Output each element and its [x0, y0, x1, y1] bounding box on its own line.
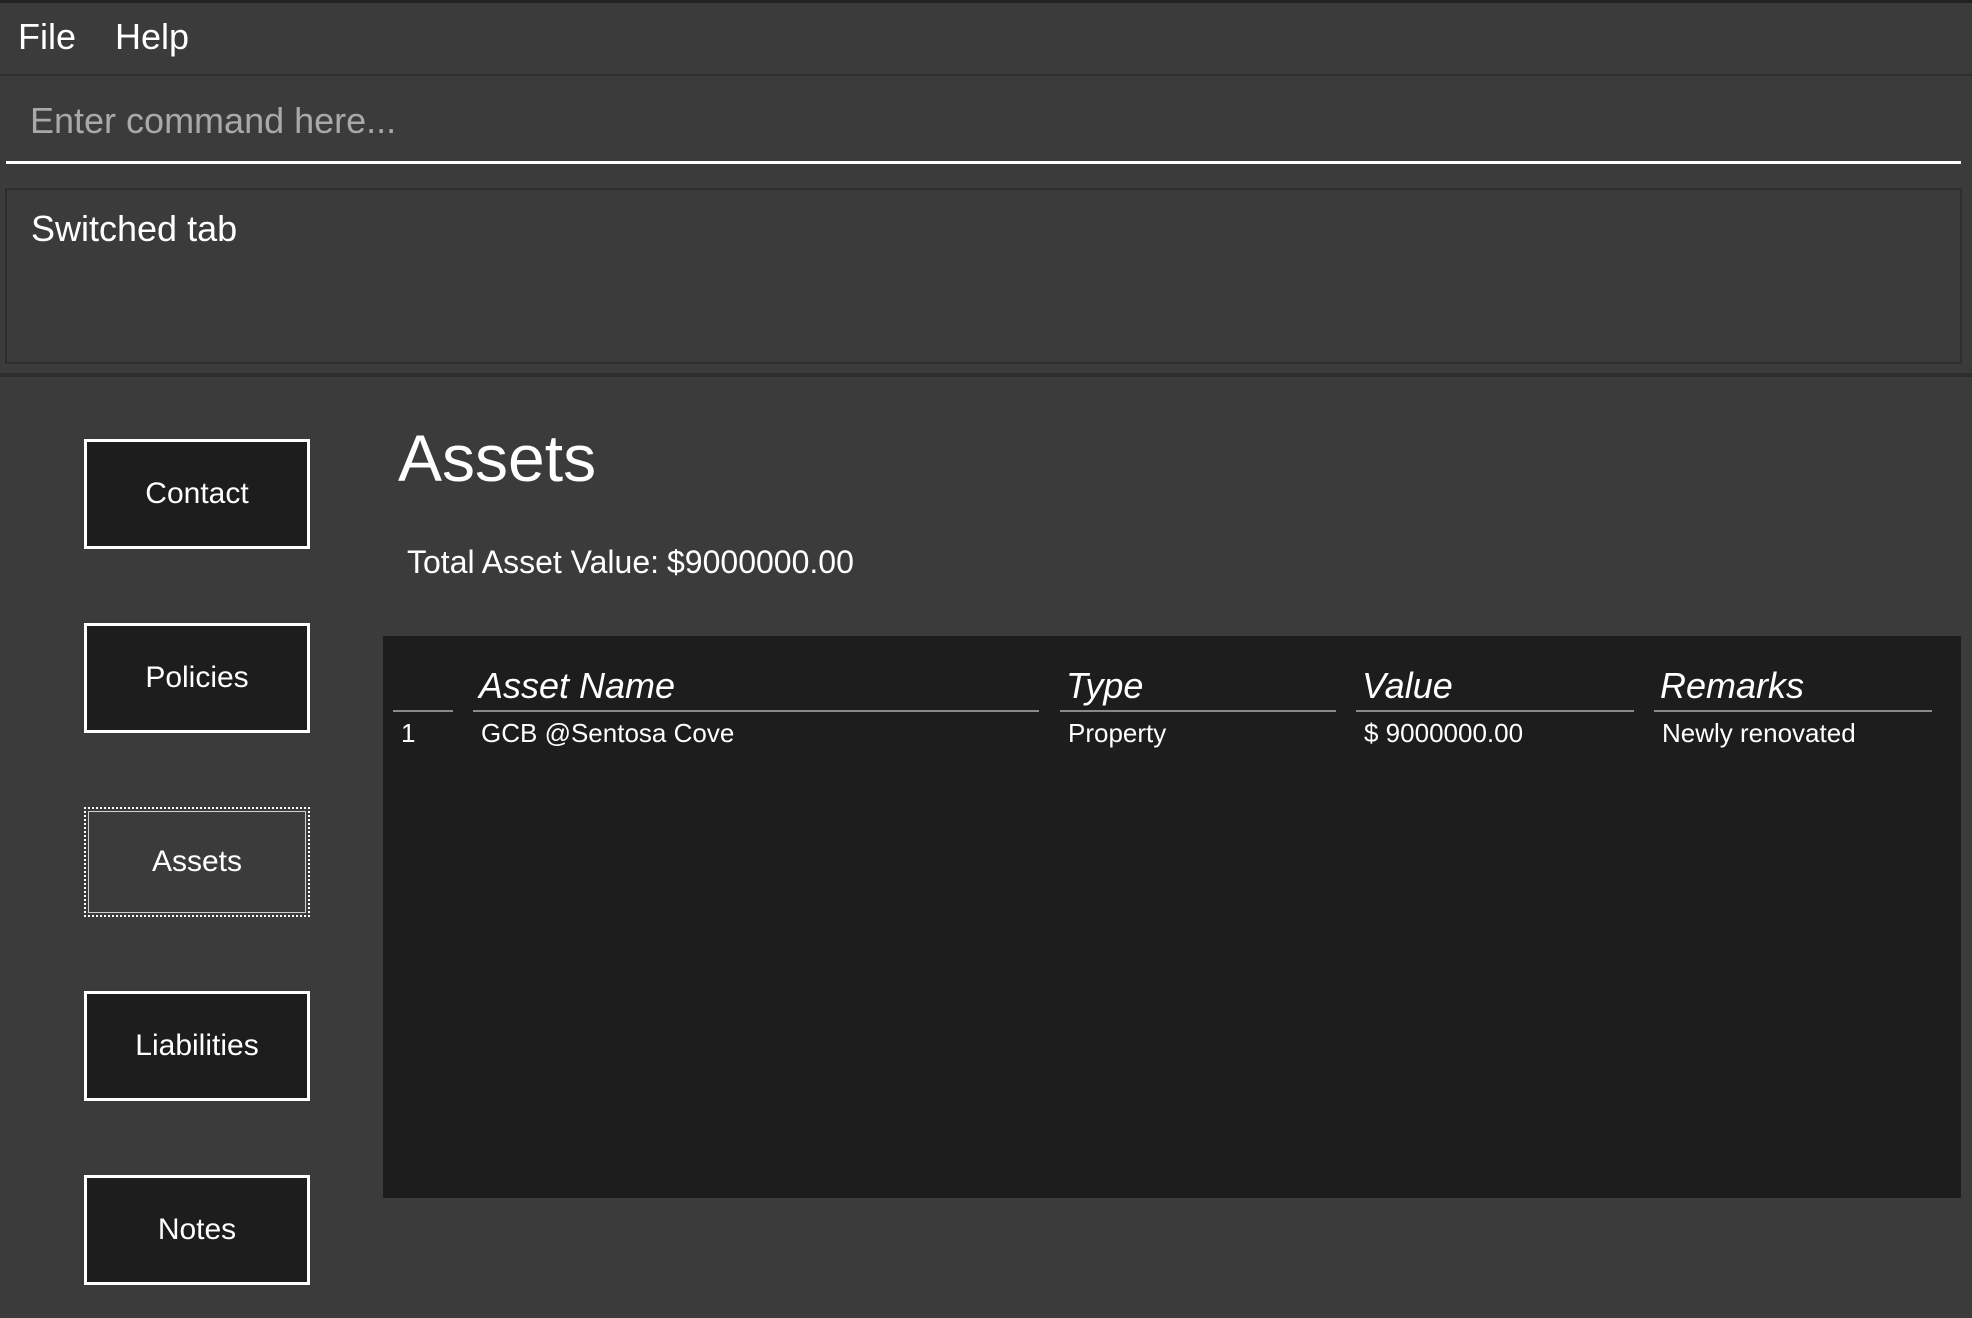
assets-table[interactable]: Asset Name Type Value Remarks 1 GCB @Sen…: [383, 636, 1961, 1198]
page-title: Assets: [398, 421, 597, 495]
row-remarks: Newly renovated: [1662, 718, 1856, 748]
tab-assets[interactable]: Assets: [84, 807, 310, 917]
tab-policies[interactable]: Policies: [84, 623, 310, 733]
menu-bar: File Help: [0, 0, 1972, 76]
row-type: Property: [1068, 718, 1167, 748]
column-header-remarks[interactable]: Remarks: [1654, 660, 1932, 712]
command-box: [6, 80, 1961, 164]
result-display: Switched tab: [5, 188, 1962, 364]
row-index: 1: [401, 718, 416, 748]
tab-contact[interactable]: Contact: [84, 439, 310, 549]
tab-notes[interactable]: Notes: [84, 1175, 310, 1285]
menu-help[interactable]: Help: [115, 16, 189, 58]
result-message: Switched tab: [31, 208, 238, 249]
row-asset-name: GCB @Sentosa Cove: [481, 718, 735, 748]
column-header-asset-name[interactable]: Asset Name: [473, 660, 1039, 712]
total-asset-amount: $9000000.00: [667, 544, 854, 580]
column-header-type[interactable]: Type: [1060, 660, 1336, 712]
row-value: $ 9000000.00: [1364, 718, 1524, 748]
total-asset-label: Total Asset Value:: [407, 544, 659, 580]
total-asset-value: Total Asset Value: $9000000.00: [407, 544, 854, 581]
column-header-index[interactable]: [393, 660, 453, 712]
section-divider: [0, 373, 1972, 377]
column-header-value[interactable]: Value: [1356, 660, 1634, 712]
menu-file[interactable]: File: [18, 16, 76, 58]
command-input[interactable]: [6, 80, 1961, 161]
tab-liabilities[interactable]: Liabilities: [84, 991, 310, 1101]
